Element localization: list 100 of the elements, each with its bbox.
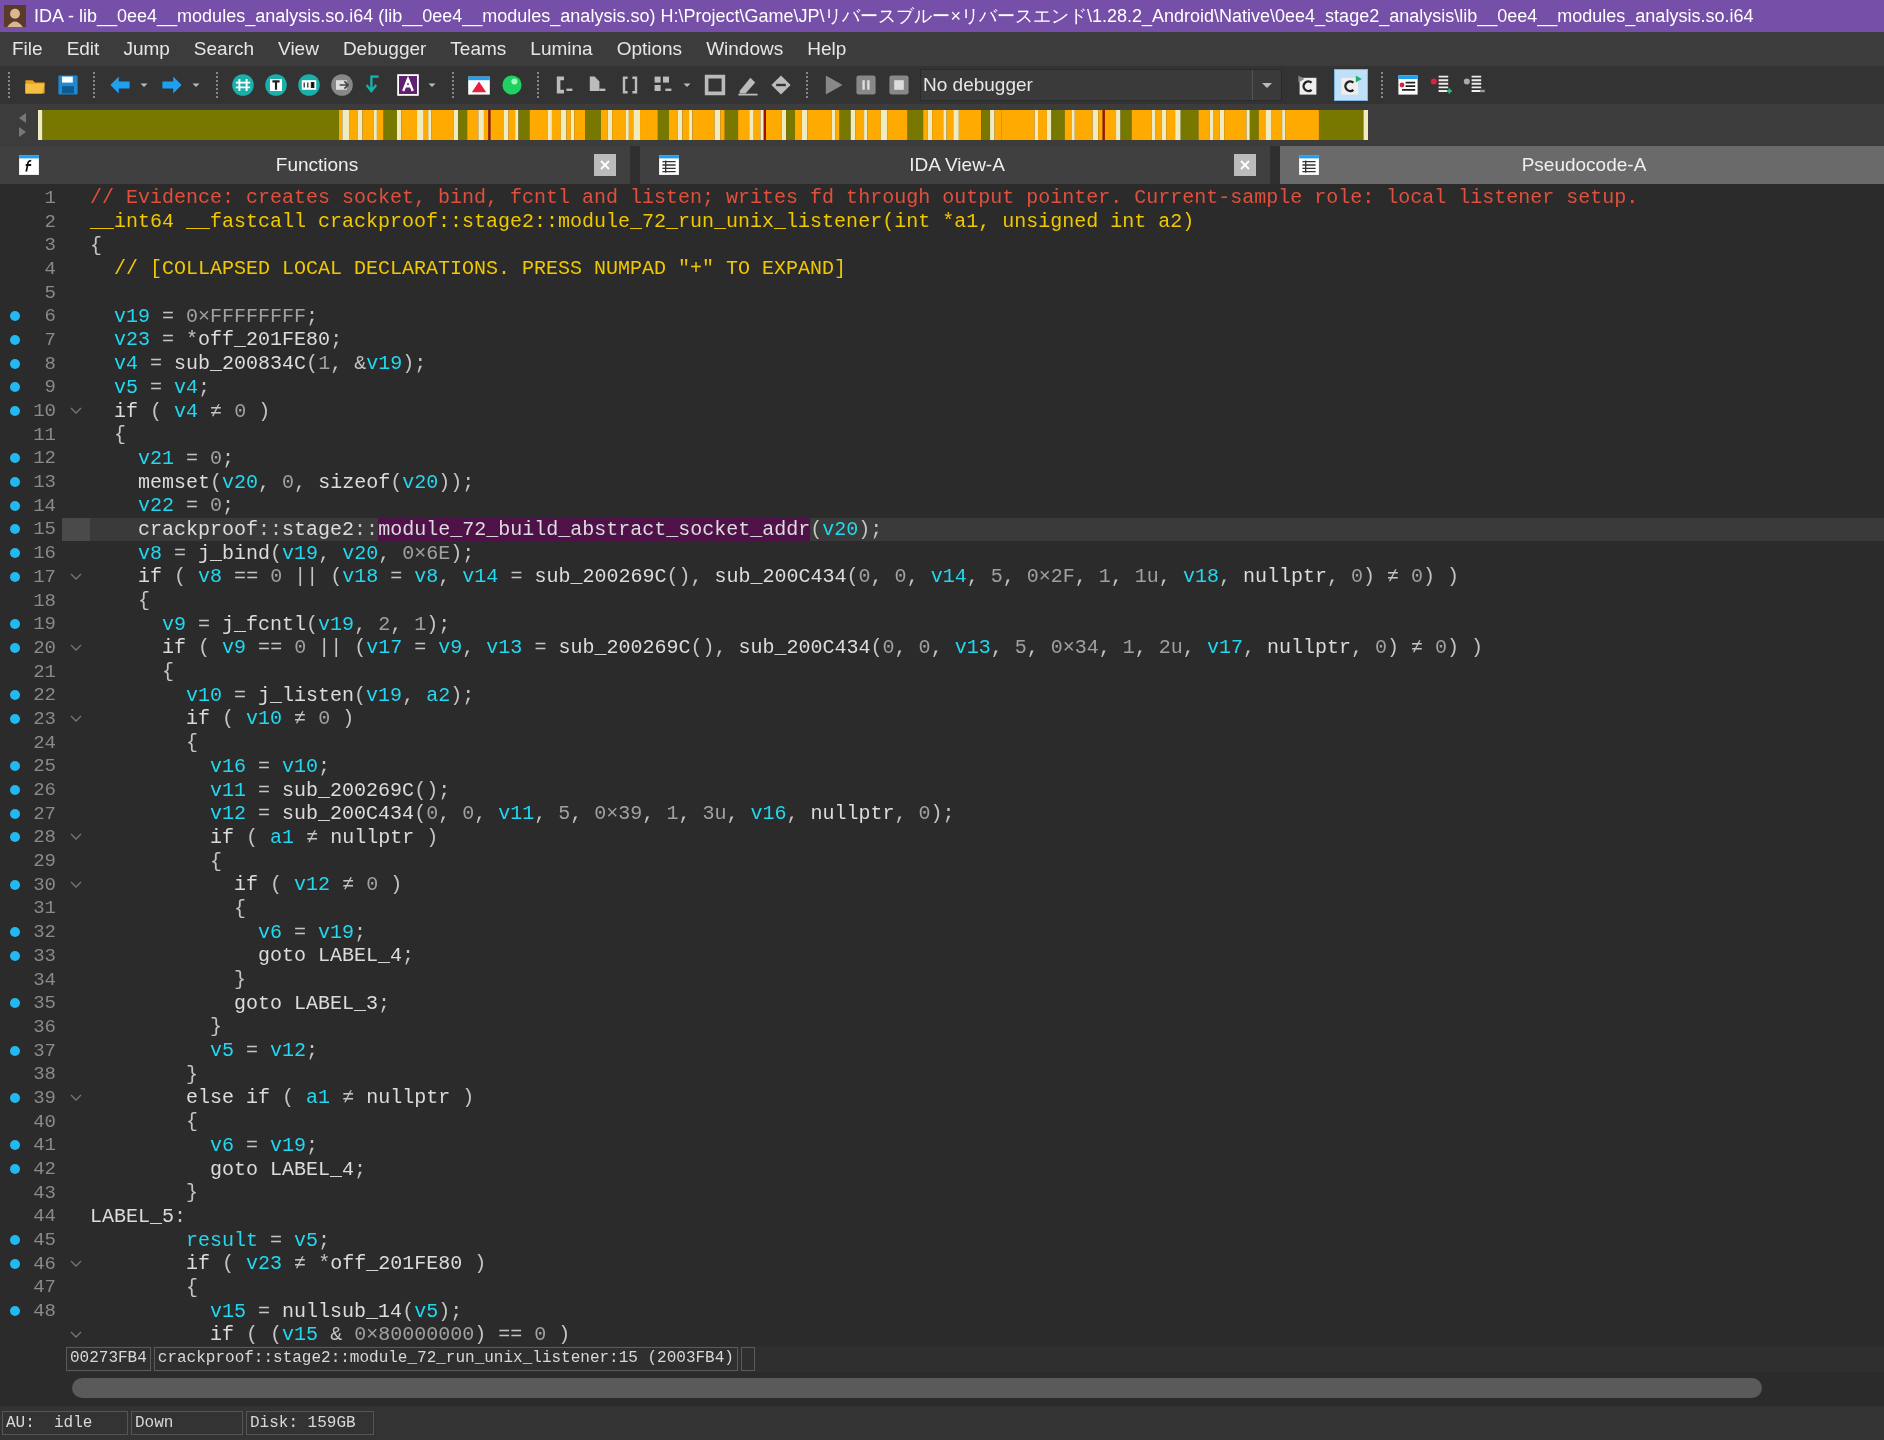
stop-icon[interactable] <box>887 73 911 97</box>
code-line: v15 = nullsub_14(v5); <box>209 1299 463 1323</box>
code-line: } <box>233 968 247 992</box>
line-number: 43 <box>33 1181 56 1204</box>
code-line: goto LABEL_3; <box>233 991 391 1015</box>
code-line: v19 = 0×FFFFFFFF; <box>113 304 319 328</box>
code-line: } <box>185 1062 199 1086</box>
line-number: 26 <box>33 779 56 802</box>
line-number: 47 <box>33 1276 56 1299</box>
menu-item[interactable]: View <box>270 36 327 62</box>
fold-chevron-icon[interactable] <box>70 572 82 581</box>
code-line: v6 = v19; <box>257 920 367 944</box>
code-line: v5 = v4; <box>113 375 211 399</box>
code-line: { <box>185 731 199 755</box>
menu-item[interactable]: Search <box>185 36 263 62</box>
debugger-dropdown[interactable]: No debugger <box>920 69 1282 101</box>
code-line: memset(v20, 0, sizeof(v20)); <box>137 470 475 494</box>
line-number: 17 <box>33 565 56 588</box>
menu-item[interactable]: Help <box>799 36 855 62</box>
horizontal-scrollbar[interactable] <box>72 1378 1762 1398</box>
function-location-field: crackproof::stage2::module_72_run_unix_listener:15 (2003FB4) <box>153 1347 738 1371</box>
code-line: { <box>113 423 127 447</box>
code-line: { <box>90 233 102 257</box>
line-number: 16 <box>33 542 56 565</box>
menu-item[interactable]: Debugger <box>334 36 435 62</box>
menu-item[interactable]: Edit <box>58 36 108 62</box>
line-number: 19 <box>33 613 56 636</box>
binary-icon[interactable] <box>297 73 321 97</box>
fold-chevron-icon[interactable] <box>70 407 82 416</box>
code-line: if ( v8 == 0 || (v18 = v8, v14 = sub_200269C(), sub_200C434(0, 0, v14, 5, 0×2F, 1, 1u, v18, nullptr, 0) ≠ 0) ) <box>137 565 1460 589</box>
tab[interactable]: Pseudocode-A <box>1280 146 1884 184</box>
code-line: v5 = v12; <box>209 1039 319 1063</box>
line-number: 10 <box>33 400 56 423</box>
menu-item[interactable]: Windows <box>698 36 792 62</box>
line-number: 39 <box>33 1086 56 1109</box>
code-line: v23 = *off_201FE80; <box>113 328 343 352</box>
hash-icon[interactable] <box>231 73 255 97</box>
scroll-arrows-icon[interactable] <box>16 111 28 139</box>
line-number: 38 <box>33 1063 56 1086</box>
code-line: result = v5; <box>185 1228 331 1252</box>
code-line: if ( v12 ≠ 0 ) <box>233 873 403 897</box>
line-number: 2 <box>44 210 56 233</box>
letter-t-icon[interactable] <box>264 73 288 97</box>
code-line: { <box>233 896 247 920</box>
fold-chevron-icon[interactable] <box>70 1093 82 1102</box>
code-line: if ( (v15 & 0×80000000) == 0 ) <box>209 1323 571 1346</box>
table-icon <box>658 154 680 176</box>
save-icon[interactable] <box>56 73 80 97</box>
empty-field <box>740 1347 755 1371</box>
export-icon[interactable] <box>330 73 354 97</box>
code-line: v11 = sub_200269C(); <box>209 778 451 802</box>
menu-item[interactable]: Jump <box>115 36 178 62</box>
fold-chevron-icon[interactable] <box>70 833 82 842</box>
menu-item[interactable]: Options <box>608 36 691 62</box>
fold-chevron-icon[interactable] <box>70 880 82 889</box>
navigation-band[interactable] <box>38 110 1368 140</box>
code-line: __int64 __fastcall crackproof::stage2::module_72_run_unix_listener(int *a1, unsigned int a2) <box>90 210 1195 234</box>
line-number: 14 <box>33 494 56 517</box>
line-number: 5 <box>44 281 56 304</box>
pause-icon[interactable] <box>854 73 878 97</box>
menu-item[interactable]: Teams <box>442 36 515 62</box>
code-comment: // [COLLAPSED LOCAL DECLARATIONS. PRESS NUMPAD "+" TO EXPAND] <box>113 257 847 281</box>
diamond-icon[interactable] <box>769 73 793 97</box>
line-number: 45 <box>33 1229 56 1252</box>
line-number: 20 <box>33 636 56 659</box>
line-number: 25 <box>33 755 56 778</box>
tab-label: IDA View-A <box>908 154 1006 176</box>
code-line: goto LABEL_4; <box>257 944 415 968</box>
line-number: 9 <box>44 376 56 399</box>
tab[interactable]: IDA View-A <box>640 146 1270 184</box>
code-line: v9 = j_fcntl(v19, 2, 1); <box>161 612 451 636</box>
menu-item[interactable]: File <box>4 36 51 62</box>
tab[interactable]: Functions <box>0 146 630 184</box>
line-number: 12 <box>33 447 56 470</box>
code-line: v21 = 0; <box>137 446 235 470</box>
line-number: 33 <box>33 944 56 967</box>
line-number: 4 <box>44 257 56 280</box>
circle-icon[interactable] <box>500 73 524 97</box>
letter-a-icon[interactable] <box>396 73 420 97</box>
frame-icon[interactable] <box>703 73 727 97</box>
fold-chevron-icon[interactable] <box>70 1330 82 1339</box>
line-number: 41 <box>33 1134 56 1157</box>
line-number: 3 <box>44 234 56 257</box>
line-number: 32 <box>33 921 56 944</box>
code-line: v4 = sub_200834C(1, &v19); <box>113 352 427 376</box>
code-line: { <box>185 1275 199 1299</box>
fold-chevron-icon[interactable] <box>70 1259 82 1268</box>
fold-chevron-icon[interactable] <box>70 643 82 652</box>
fold-chevron-icon[interactable] <box>70 714 82 723</box>
line-number: 31 <box>33 897 56 920</box>
line-number: 42 <box>33 1158 56 1181</box>
line-number: 35 <box>33 992 56 1015</box>
window-title: IDA - lib__0ee4__modules_analysis.so.i64 (lib__0ee4__modules_analysis.so) H:\Project\Game\JP\リバースブルー×リバースエンド\1.28.2_Android\Native\0ee4_stage2_analysis\lib__0ee4__modules_analysis.so.i64 <box>34 5 1754 28</box>
line-number: 7 <box>44 328 56 351</box>
list-icon[interactable] <box>1396 73 1420 97</box>
code-line: else if ( a1 ≠ nullptr ) <box>185 1086 475 1110</box>
menu-item[interactable]: Lumina <box>522 36 601 62</box>
code-line: { <box>185 1110 199 1134</box>
code-line: v12 = sub_200C434(0, 0, v11, 5, 0×39, 1, 3u, v16, nullptr, 0); <box>209 802 955 826</box>
line-number: 30 <box>33 873 56 896</box>
